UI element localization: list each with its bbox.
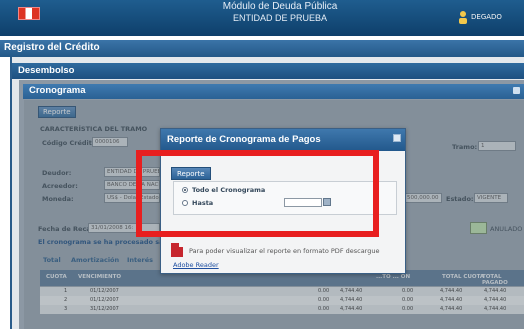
section-cronograma: Cronograma [23, 84, 524, 99]
user-icon [459, 11, 467, 24]
peru-flag-logo [18, 7, 40, 20]
section-desembolso: Desembolso [12, 63, 524, 79]
entity-name: ENTIDAD DE PRUEBA [232, 13, 328, 23]
top-header: Módulo de Deuda Pública ENTIDAD DE PRUEB… [0, 0, 524, 36]
pdf-message: Para poder visualizar el reporte en form… [189, 247, 380, 255]
close-icon[interactable] [393, 134, 401, 142]
cronograma-title: Cronograma [29, 85, 86, 96]
adobe-reader-link[interactable]: Adobe Reader [173, 261, 219, 269]
user-label[interactable]: DEGADO [471, 13, 502, 21]
section-registro-credito: Registro del Crédito [0, 40, 524, 57]
app-title: Módulo de Deuda Pública [222, 1, 338, 12]
dialog-title: Reporte de Cronograma de Pagos [161, 129, 405, 151]
pdf-icon [171, 243, 183, 257]
collapse-icon[interactable] [513, 87, 520, 94]
highlight-box [136, 150, 379, 237]
